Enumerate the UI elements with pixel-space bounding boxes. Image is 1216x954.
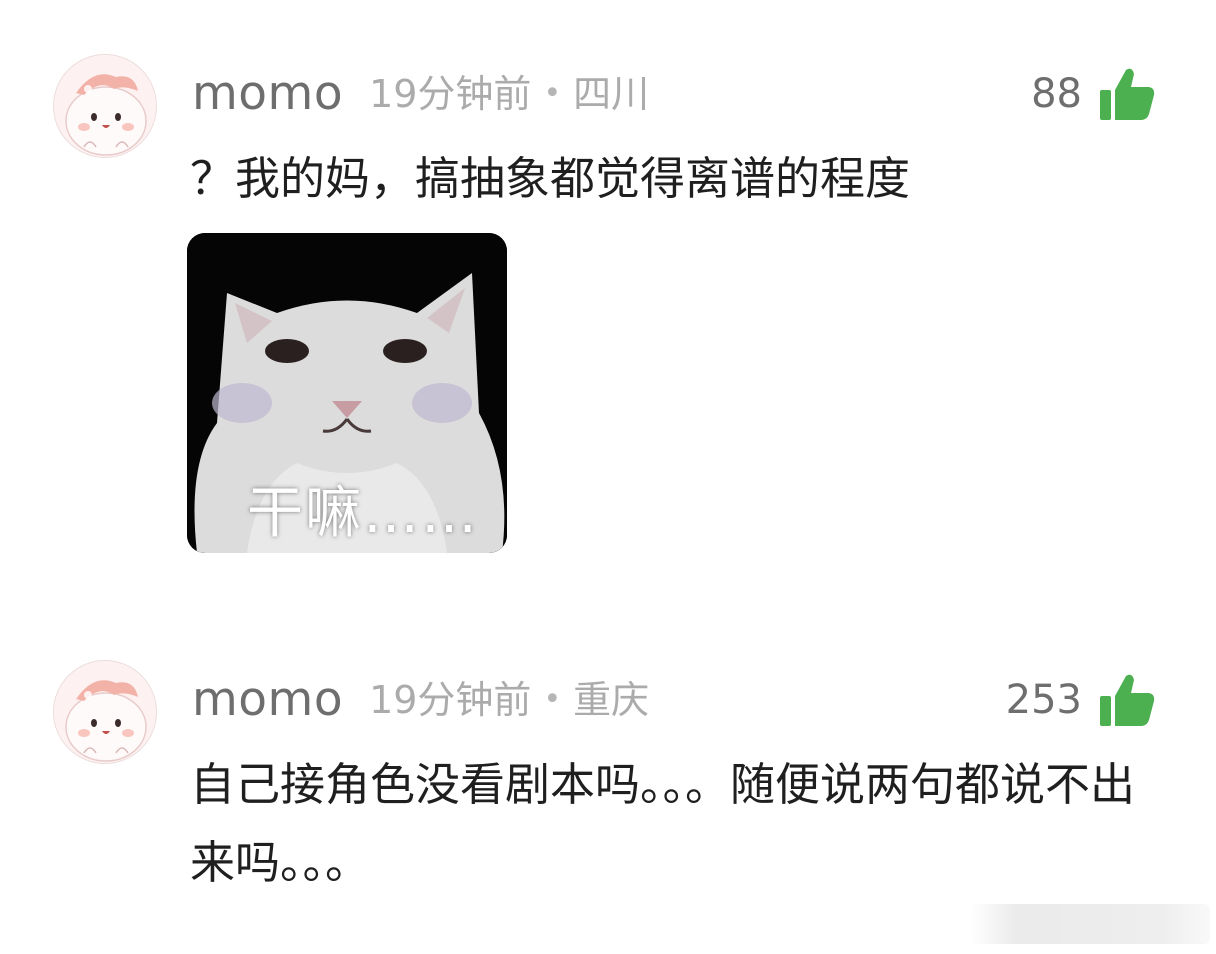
like-button[interactable]: 253: [1006, 670, 1156, 730]
comment-location: 重庆: [573, 678, 650, 722]
comment-location: 四川: [573, 72, 650, 116]
comment-time: 19分钟前: [369, 678, 532, 722]
meta-separator: •: [543, 682, 562, 717]
like-count: 88: [1031, 71, 1082, 117]
avatar[interactable]: [53, 660, 157, 764]
comment-text: ？我的妈，搞抽象都觉得离谱的程度: [190, 152, 911, 205]
meta-separator: •: [543, 76, 562, 111]
like-button[interactable]: 88: [1031, 64, 1156, 124]
comment-header: momo 19分钟前 • 四川 88: [192, 64, 1156, 124]
comment-header: momo 19分钟前 • 重庆 253: [192, 670, 1156, 730]
watermark: [970, 904, 1210, 944]
comment-time: 19分钟前: [369, 72, 532, 116]
comment-item: momo 19分钟前 • 四川 88 ？我的妈，搞抽象都觉得离谱的程度 干嘛……: [0, 0, 1216, 600]
thumbs-up-icon[interactable]: [1098, 66, 1156, 122]
sticker-caption: 干嘛……: [247, 481, 479, 546]
comment-item: momo 19分钟前 • 重庆 253 自己接角色没看剧本吗。。。随便说两句都说…: [0, 600, 1216, 954]
username[interactable]: momo: [192, 670, 343, 730]
avatar[interactable]: [53, 54, 157, 158]
username[interactable]: momo: [192, 64, 343, 124]
thumbs-up-icon[interactable]: [1098, 672, 1156, 728]
sticker-image[interactable]: 干嘛……: [187, 233, 507, 553]
comment-text: 自己接角色没看剧本吗。。。随便说两句都说不出来吗。。。: [190, 758, 1136, 889]
like-count: 253: [1005, 677, 1082, 723]
